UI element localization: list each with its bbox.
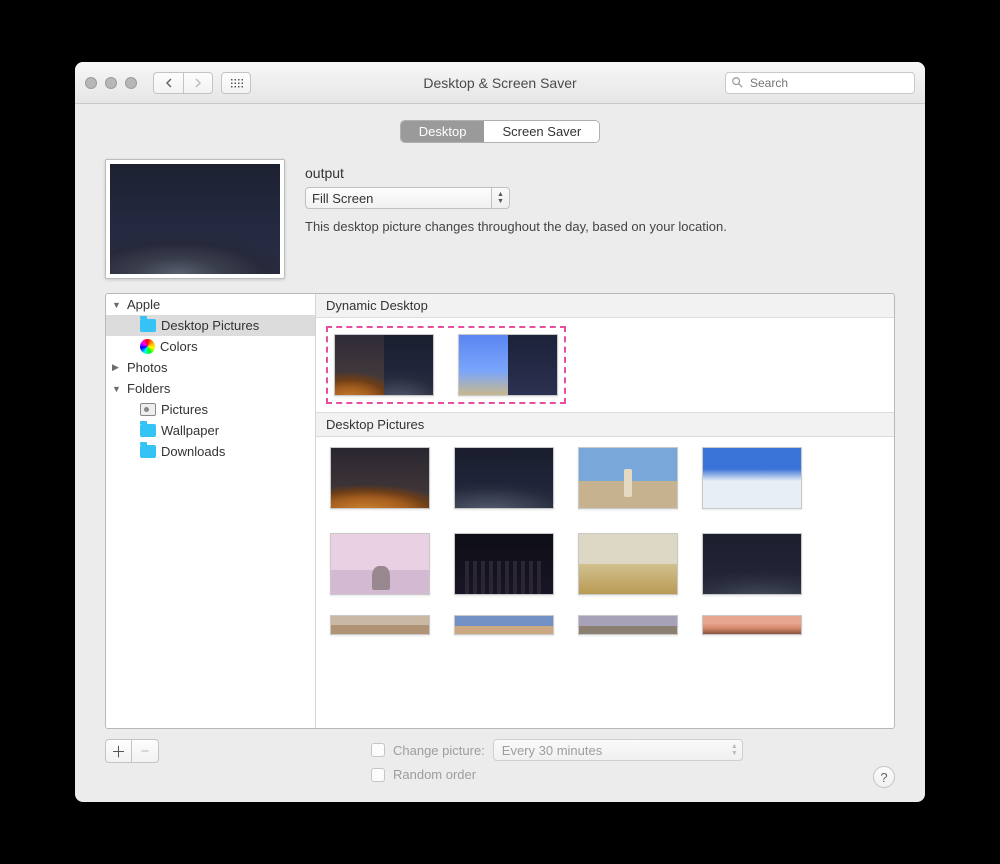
- chevron-left-icon: [165, 78, 173, 88]
- updown-icon: ▲▼: [731, 743, 738, 757]
- sidebar-label: Downloads: [161, 444, 225, 459]
- change-options: Change picture: Every 30 minutes ▲▼ Rand…: [371, 739, 861, 788]
- wallpaper-thumb[interactable]: [330, 533, 430, 595]
- sidebar-label: Colors: [160, 339, 198, 354]
- updown-icon: ▲▼: [491, 188, 509, 208]
- random-order-row: Random order: [371, 767, 861, 782]
- tab-row: Desktop Screen Saver: [75, 104, 925, 153]
- folder-icon: [140, 319, 156, 332]
- forward-button[interactable]: [183, 72, 213, 94]
- disclosure-triangle-icon: ▼: [112, 300, 122, 310]
- minimize-window-button[interactable]: [105, 77, 117, 89]
- wallpaper-thumb-solar-dynamic[interactable]: [458, 334, 558, 396]
- disclosure-triangle-icon: ▼: [112, 384, 122, 394]
- sidebar-item-colors[interactable]: Colors: [106, 336, 315, 357]
- wallpaper-thumb[interactable]: [702, 533, 802, 595]
- sidebar-group-folders[interactable]: ▼ Folders: [106, 378, 315, 399]
- sidebar-label: Folders: [127, 381, 170, 396]
- disclosure-triangle-icon: ▶: [112, 362, 122, 373]
- sidebar-item-downloads[interactable]: Downloads: [106, 441, 315, 462]
- sidebar-item-pictures[interactable]: Pictures: [106, 399, 315, 420]
- search-input[interactable]: [725, 72, 915, 94]
- pictures-folder-icon: [140, 403, 156, 416]
- thumb-grid: [316, 437, 894, 605]
- sidebar-item-desktop-pictures[interactable]: Desktop Pictures: [106, 315, 315, 336]
- titlebar: Desktop & Screen Saver: [75, 62, 925, 104]
- color-wheel-icon: [140, 339, 155, 354]
- sidebar-label: Apple: [127, 297, 160, 312]
- wallpaper-thumb[interactable]: [330, 615, 430, 635]
- source-sidebar: ▼ Apple Desktop Pictures Colors ▶ Photos…: [106, 294, 316, 728]
- fill-mode-select[interactable]: Fill Screen ▲▼: [305, 187, 510, 209]
- section-header-pictures: Desktop Pictures: [316, 412, 894, 437]
- window-controls: [85, 77, 137, 89]
- wallpaper-thumb-mojave-dynamic[interactable]: [334, 334, 434, 396]
- dynamic-description: This desktop picture changes throughout …: [305, 219, 895, 234]
- sidebar-item-wallpaper[interactable]: Wallpaper: [106, 420, 315, 441]
- sidebar-group-apple[interactable]: ▼ Apple: [106, 294, 315, 315]
- tab-desktop[interactable]: Desktop: [401, 121, 485, 142]
- wallpaper-thumb[interactable]: [330, 447, 430, 509]
- wallpaper-thumb[interactable]: [702, 447, 802, 509]
- current-wallpaper-preview: [105, 159, 285, 279]
- chevron-right-icon: [194, 78, 202, 88]
- content-area: output Fill Screen ▲▼ This desktop pictu…: [75, 153, 925, 802]
- wallpaper-thumb[interactable]: [578, 533, 678, 595]
- wallpaper-thumb[interactable]: [454, 447, 554, 509]
- thumb-grid-partial: [316, 605, 894, 645]
- folder-icon: [140, 424, 156, 437]
- remove-folder-button[interactable]: −: [132, 740, 158, 762]
- sidebar-label: Pictures: [161, 402, 208, 417]
- add-remove-control: ＋ −: [105, 739, 159, 763]
- preview-row: output Fill Screen ▲▼ This desktop pictu…: [105, 153, 895, 293]
- section-header-dynamic: Dynamic Desktop: [316, 294, 894, 318]
- random-order-checkbox[interactable]: [371, 768, 385, 782]
- tab-screensaver[interactable]: Screen Saver: [484, 121, 599, 142]
- annotation-highlight: [326, 326, 566, 404]
- back-button[interactable]: [153, 72, 183, 94]
- wallpaper-gallery[interactable]: Dynamic Desktop Desktop Pictures: [316, 294, 894, 728]
- sidebar-label: Wallpaper: [161, 423, 219, 438]
- close-window-button[interactable]: [85, 77, 97, 89]
- help-button[interactable]: ?: [873, 766, 895, 788]
- footer-controls: ＋ − Change picture: Every 30 minutes ▲▼ …: [105, 729, 895, 788]
- preferences-window: Desktop & Screen Saver Desktop Screen Sa…: [75, 62, 925, 802]
- lower-panel: ▼ Apple Desktop Pictures Colors ▶ Photos…: [105, 293, 895, 729]
- fill-mode-value: Fill Screen: [312, 191, 373, 206]
- grid-icon: [230, 78, 243, 88]
- change-picture-checkbox[interactable]: [371, 743, 385, 757]
- folder-icon: [140, 445, 156, 458]
- nav-buttons: [153, 72, 213, 94]
- search-wrap: [725, 72, 915, 94]
- change-picture-label: Change picture:: [393, 743, 485, 758]
- output-label: output: [305, 165, 895, 181]
- change-picture-row: Change picture: Every 30 minutes ▲▼: [371, 739, 861, 761]
- search-icon: [731, 76, 743, 88]
- wallpaper-thumb[interactable]: [454, 533, 554, 595]
- random-order-label: Random order: [393, 767, 476, 782]
- preview-info: output Fill Screen ▲▼ This desktop pictu…: [305, 159, 895, 234]
- sidebar-label: Desktop Pictures: [161, 318, 259, 333]
- segmented-tabs: Desktop Screen Saver: [400, 120, 600, 143]
- sidebar-label: Photos: [127, 360, 167, 375]
- add-folder-button[interactable]: ＋: [106, 740, 132, 762]
- wallpaper-thumb[interactable]: [578, 447, 678, 509]
- wallpaper-image: [110, 164, 280, 274]
- wallpaper-thumb[interactable]: [702, 615, 802, 635]
- change-interval-value: Every 30 minutes: [502, 743, 602, 758]
- change-interval-select[interactable]: Every 30 minutes ▲▼: [493, 739, 743, 761]
- wallpaper-thumb[interactable]: [454, 615, 554, 635]
- show-all-button[interactable]: [221, 72, 251, 94]
- zoom-window-button[interactable]: [125, 77, 137, 89]
- sidebar-group-photos[interactable]: ▶ Photos: [106, 357, 315, 378]
- wallpaper-thumb[interactable]: [578, 615, 678, 635]
